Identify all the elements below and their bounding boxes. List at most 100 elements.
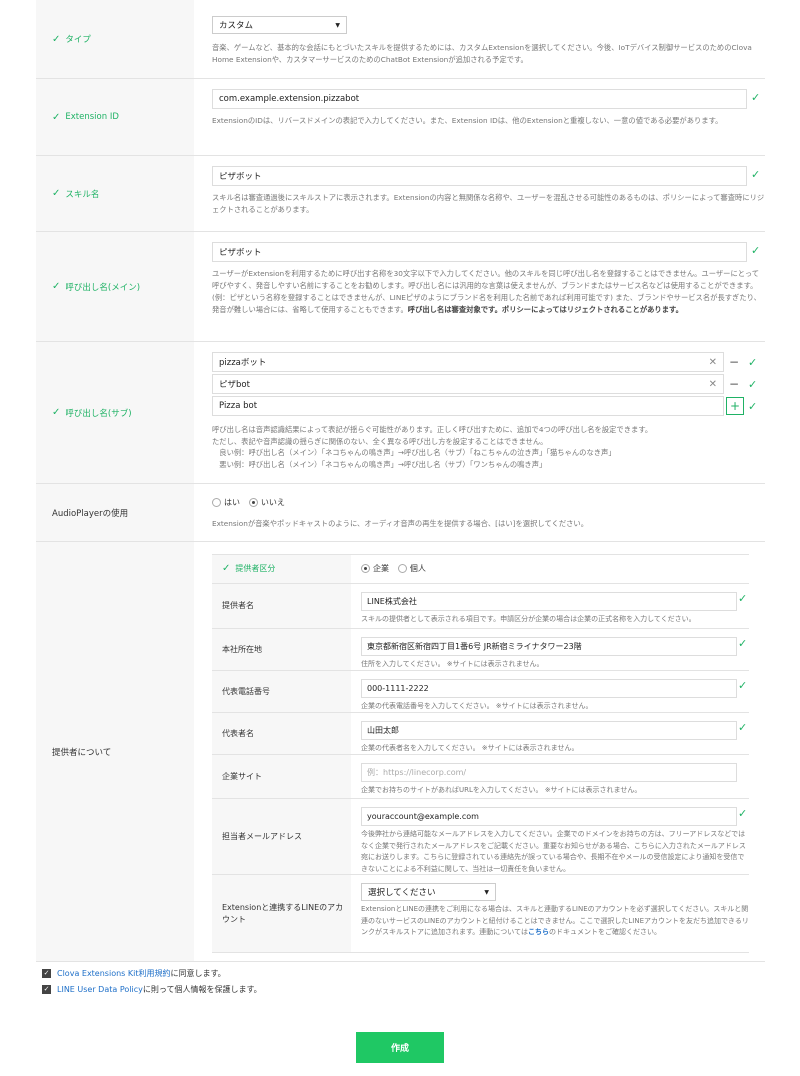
website-content: 例：https://linecorp.com/ 企業でお持ちのサイトがあればUR… bbox=[351, 755, 749, 798]
audioplayer-no-radio[interactable]: いいえ bbox=[248, 497, 285, 508]
email-label: 担当者メールアドレス bbox=[212, 799, 351, 874]
radio-icon bbox=[212, 498, 221, 507]
audioplayer-yes-radio[interactable]: はい bbox=[212, 497, 240, 508]
docs-link[interactable]: こちら bbox=[528, 928, 549, 936]
invocation-sub-new-item: Pizza bot + ✓ bbox=[212, 396, 765, 416]
address-row: 本社所在地 東京都新宿区新宿四丁目1番6号 JR新宿ミライナタワー23階 ✓ 住… bbox=[212, 629, 749, 671]
provider-personal-radio[interactable]: 個人 bbox=[397, 563, 426, 574]
address-input[interactable]: 東京都新宿区新宿四丁目1番6号 JR新宿ミライナタワー23階 bbox=[361, 637, 737, 656]
type-help: 音楽、ゲームなど、基本的な会話にもとづいたスキルを提供するためには、カスタムEx… bbox=[212, 43, 752, 64]
provider-name-help: スキルの提供者として表示される項目です。申請区分が企業の場合は企業の正式名称を入… bbox=[361, 615, 696, 623]
representative-input[interactable]: 山田太郎 bbox=[361, 721, 737, 740]
invocation-sub-content: pizzaボット ✕ − ✓ ピザbot ✕ − ✓ Pizza bot + ✓ 呼… bbox=[194, 342, 765, 483]
create-button[interactable]: 作成 bbox=[356, 1032, 444, 1063]
valid-check-icon: ✓ bbox=[738, 679, 748, 692]
invocation-sub-item: ピザbot ✕ − ✓ bbox=[212, 374, 765, 394]
check-icon: ✓ bbox=[52, 407, 61, 418]
dropdown-arrow-icon: ▼ bbox=[484, 888, 489, 896]
extension-id-input[interactable]: com.example.extension.pizzabot bbox=[212, 89, 747, 109]
dropdown-arrow-icon: ▼ bbox=[335, 21, 340, 29]
valid-check-icon: ✓ bbox=[748, 355, 758, 369]
provider-table: ✓ 提供者区分 企業 個人 提供者名 LINE株式会社 ✓ スキルの提供者として表… bbox=[212, 554, 749, 953]
check-icon: ✓ bbox=[52, 111, 61, 123]
skill-name-row: ✓ スキル名 ピザボット ✓ スキル名は審査通過後にスキルストアに表示されます。E… bbox=[36, 156, 765, 232]
clear-icon[interactable]: ✕ bbox=[709, 379, 717, 390]
provider-corp-radio[interactable]: 企業 bbox=[361, 563, 389, 574]
invocation-main-help: ユーザーがExtensionを利用するために呼び出す名称を30文字以下で入力して… bbox=[212, 269, 761, 314]
valid-check-icon: ✓ bbox=[751, 244, 761, 257]
email-input[interactable]: youraccount@example.com bbox=[361, 807, 737, 826]
provider-name-row: 提供者名 LINE株式会社 ✓ スキルの提供者として表示される項目です。申請区分… bbox=[212, 584, 749, 629]
extension-form: ✓ タイプ カスタム ▼ 音楽、ゲームなど、基本的な会話にもとづいたスキルを提供する… bbox=[36, 0, 765, 962]
invocation-sub-new-input[interactable]: Pizza bot bbox=[212, 396, 724, 416]
add-button[interactable]: + bbox=[726, 397, 744, 415]
provider-row: 提供者について ✓ 提供者区分 企業 個人 提供者名 LINE株式会社 ✓ スキル… bbox=[36, 542, 765, 962]
email-row: 担当者メールアドレス youraccount@example.com ✓ 今後弊… bbox=[212, 799, 749, 875]
line-account-label: Extensionと連携するLINEのアカウント bbox=[212, 875, 351, 952]
representative-help: 企業の代表者名を入力してください。 ※サイトには表示されません。 bbox=[361, 744, 579, 752]
terms-link[interactable]: Clova Extensions Kit利用規約 bbox=[57, 968, 170, 979]
skill-name-input[interactable]: ピザボット bbox=[212, 166, 747, 186]
valid-check-icon: ✓ bbox=[738, 637, 748, 650]
remove-button[interactable]: − bbox=[726, 377, 742, 391]
audioplayer-row: AudioPlayerの使用 はい いいえ Extensionが音楽やポッドキャ… bbox=[36, 484, 765, 542]
valid-check-icon: ✓ bbox=[738, 592, 748, 605]
invocation-sub-input[interactable]: pizzaボット ✕ bbox=[212, 352, 724, 372]
provider-content: ✓ 提供者区分 企業 個人 提供者名 LINE株式会社 ✓ スキルの提供者として表… bbox=[194, 542, 765, 961]
invocation-main-input[interactable]: ピザボット bbox=[212, 242, 747, 262]
representative-label: 代表者名 bbox=[212, 713, 351, 754]
clear-icon[interactable]: ✕ bbox=[709, 357, 717, 368]
provider-type-content: 企業 個人 bbox=[351, 555, 749, 583]
check-icon: ✓ bbox=[52, 33, 61, 45]
audioplayer-label: AudioPlayerの使用 bbox=[36, 484, 194, 541]
checkbox-checked-icon[interactable]: ✓ bbox=[42, 985, 51, 994]
skill-name-content: ピザボット ✓ スキル名は審査通過後にスキルストアに表示されます。Extensi… bbox=[194, 156, 765, 231]
extension-id-content: com.example.extension.pizzabot ✓ Extensi… bbox=[194, 79, 765, 155]
radio-icon bbox=[397, 564, 407, 573]
invocation-sub-label: ✓ 呼び出し名(サブ) bbox=[36, 342, 194, 483]
website-help: 企業でお持ちのサイトがあればURLを入力してください。 ※サイトには表示されませ… bbox=[361, 786, 642, 794]
address-help: 住所を入力してください。 ※サイトには表示されません。 bbox=[361, 660, 544, 668]
policy-link[interactable]: LINE User Data Policy bbox=[57, 985, 143, 994]
invocation-main-row: ✓ 呼び出し名(メイン) ピザボット ✓ ユーザーがExtensionを利用するた… bbox=[36, 232, 765, 342]
representative-content: 山田太郎 ✓ 企業の代表者名を入力してください。 ※サイトには表示されません。 bbox=[351, 713, 749, 754]
website-input[interactable]: 例：https://linecorp.com/ bbox=[361, 763, 737, 782]
phone-input[interactable]: 000-1111-2222 bbox=[361, 679, 737, 698]
provider-name-content: LINE株式会社 ✓ スキルの提供者として表示される項目です。申請区分が企業の場… bbox=[351, 584, 749, 628]
type-label: ✓ タイプ bbox=[36, 0, 194, 78]
type-content: カスタム ▼ 音楽、ゲームなど、基本的な会話にもとづいたスキルを提供するためには、… bbox=[194, 0, 765, 78]
line-account-help: ExtensionとLINEの連携をご利用になる場合は、スキルと連動するLINE… bbox=[361, 905, 749, 936]
policy-agreement[interactable]: ✓ LINE User Data Policy に則って個人情報を保護します。 bbox=[42, 984, 262, 995]
phone-label: 代表電話番号 bbox=[212, 671, 351, 712]
invocation-sub-item: pizzaボット ✕ − ✓ bbox=[212, 352, 765, 372]
extension-id-row: ✓ Extension ID com.example.extension.pizz… bbox=[36, 79, 765, 156]
email-help: 今後弊社から連絡可能なメールアドレスを入力してください。企業でのドメインをお持ち… bbox=[361, 830, 746, 873]
type-select[interactable]: カスタム ▼ bbox=[212, 16, 347, 34]
invocation-sub-input[interactable]: ピザbot ✕ bbox=[212, 374, 724, 394]
check-icon: ✓ bbox=[52, 281, 61, 292]
valid-check-icon: ✓ bbox=[751, 168, 761, 181]
check-icon: ✓ bbox=[222, 563, 231, 574]
audioplayer-help: Extensionが音楽やポッドキャストのように、オーディオ音声の再生を提供する… bbox=[212, 519, 589, 528]
skill-name-help: スキル名は審査通過後にスキルストアに表示されます。Extensionの内容と無関… bbox=[212, 193, 765, 214]
terms-agreement[interactable]: ✓ Clova Extensions Kit利用規約 に同意します。 bbox=[42, 968, 226, 979]
skill-name-label: ✓ スキル名 bbox=[36, 156, 194, 231]
remove-button[interactable]: − bbox=[726, 355, 742, 369]
type-row: ✓ タイプ カスタム ▼ 音楽、ゲームなど、基本的な会話にもとづいたスキルを提供する… bbox=[36, 0, 765, 79]
provider-name-input[interactable]: LINE株式会社 bbox=[361, 592, 737, 611]
audioplayer-content: はい いいえ Extensionが音楽やポッドキャストのように、オーディオ音声の… bbox=[194, 484, 765, 541]
invocation-main-label: ✓ 呼び出し名(メイン) bbox=[36, 232, 194, 341]
checkbox-checked-icon[interactable]: ✓ bbox=[42, 969, 51, 978]
phone-help: 企業の代表電話番号を入力してください。 ※サイトには表示されません。 bbox=[361, 702, 593, 710]
phone-row: 代表電話番号 000-1111-2222 ✓ 企業の代表電話番号を入力してくださ… bbox=[212, 671, 749, 713]
valid-check-icon: ✓ bbox=[751, 91, 761, 104]
radio-selected-icon bbox=[248, 498, 258, 507]
invocation-sub-row: ✓ 呼び出し名(サブ) pizzaボット ✕ − ✓ ピザbot ✕ − ✓ Pizz… bbox=[36, 342, 765, 484]
valid-check-icon: ✓ bbox=[748, 377, 758, 391]
address-label: 本社所在地 bbox=[212, 629, 351, 670]
provider-label: 提供者について bbox=[36, 542, 194, 961]
extension-id-label: ✓ Extension ID bbox=[36, 79, 194, 155]
extension-id-help: ExtensionのIDは、リバースドメインの表記で入力してください。また、Ex… bbox=[212, 116, 723, 125]
provider-type-label: ✓ 提供者区分 bbox=[212, 555, 351, 583]
line-account-select[interactable]: 選択してください ▼ bbox=[361, 883, 496, 901]
